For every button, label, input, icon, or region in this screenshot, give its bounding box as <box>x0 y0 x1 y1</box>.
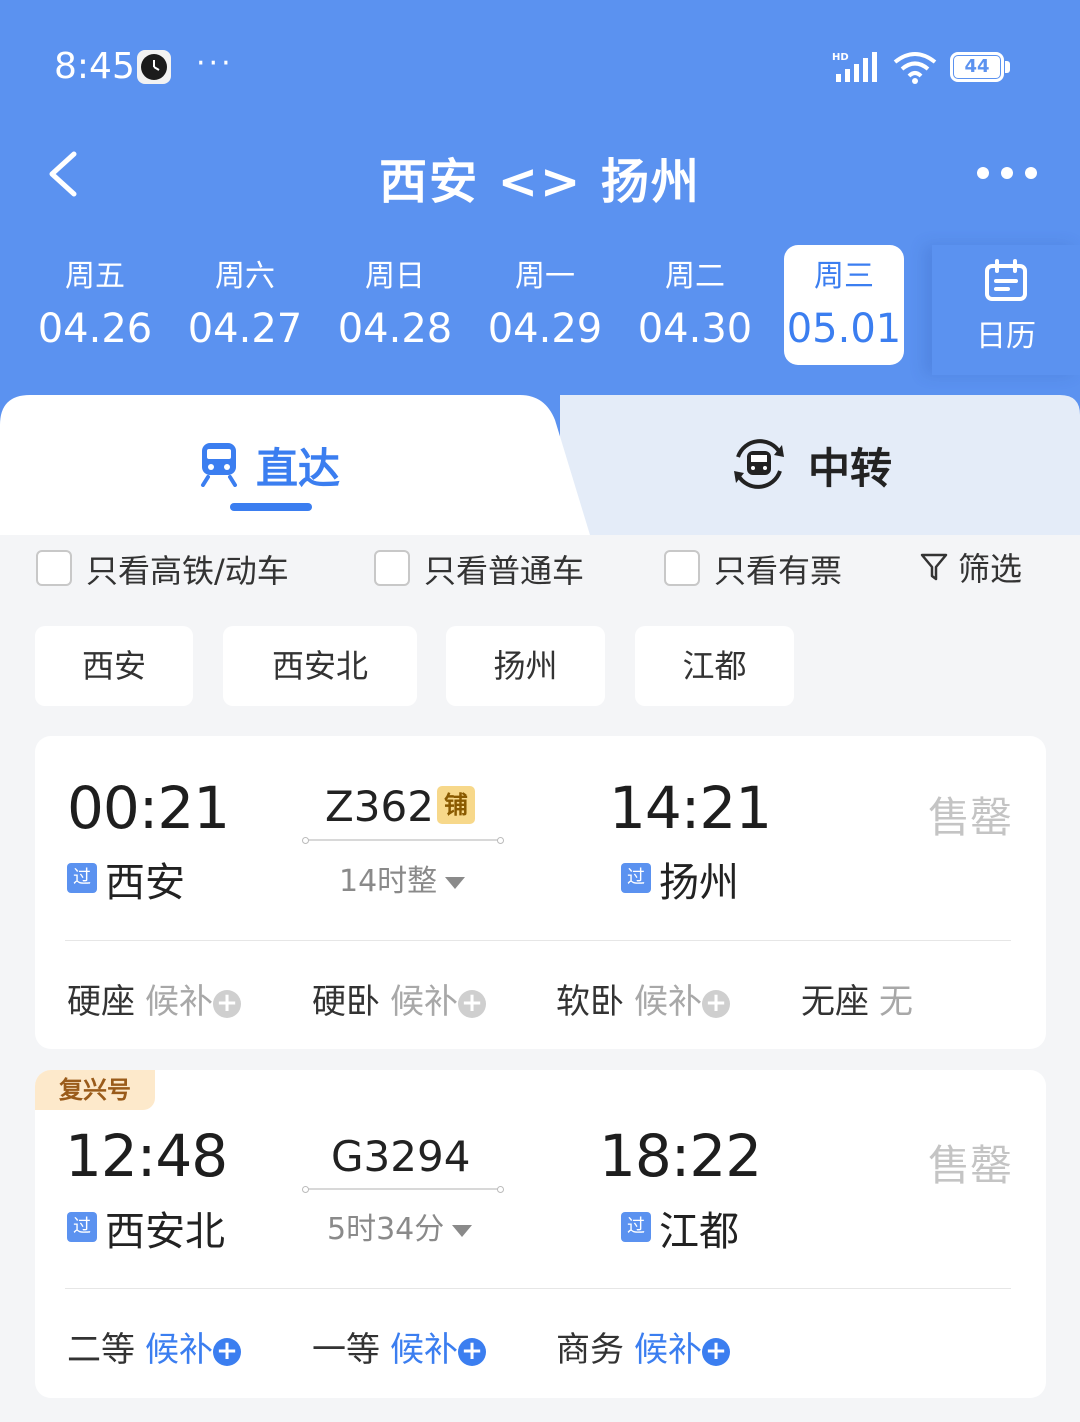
date-weekday: 周二 <box>665 259 725 294</box>
active-tab-indicator <box>230 503 312 511</box>
seat-second-class[interactable]: 二等 候补 + <box>67 1322 241 1371</box>
train-card-z362[interactable]: 00:21 过 西安 Z362 铺 14时整 14:21 过 扬州 售罄 硬座候… <box>35 736 1046 1049</box>
date-item-0430[interactable]: 周二 04.30 <box>620 245 770 365</box>
date-value: 04.26 <box>37 306 153 352</box>
train-number: G3294 <box>331 1132 471 1181</box>
date-strip: 周五 04.26 周六 04.27 周日 04.28 周一 04.29 周二 0… <box>20 245 1080 365</box>
duration-toggle[interactable]: 5时34分 <box>327 1204 473 1248</box>
departure-station: 西安北 <box>105 1209 225 1255</box>
berth-tag: 铺 <box>437 786 475 824</box>
battery-icon: 44 <box>950 52 1010 82</box>
checkbox-high-speed[interactable] <box>36 550 72 586</box>
seat-first-class[interactable]: 一等 候补 + <box>312 1322 486 1371</box>
checkbox-normal-train-label[interactable]: 只看普通车 <box>424 546 584 592</box>
status-soldout: 售罄 <box>928 793 1013 842</box>
date-item-0501-selected[interactable]: 周三 05.01 <box>784 245 904 365</box>
date-weekday: 周日 <box>365 259 425 294</box>
pass-through-tag: 过 <box>67 1212 97 1242</box>
filter-row: 只看高铁/动车 只看普通车 只看有票 筛选 <box>0 540 1080 600</box>
caret-down-icon <box>452 1224 473 1237</box>
more-notifications-icon: ··· <box>196 46 234 81</box>
status-time: 8:45 <box>54 46 135 87</box>
checkbox-high-speed-label[interactable]: 只看高铁/动车 <box>86 546 289 592</box>
date-weekday: 周六 <box>215 259 275 294</box>
plus-icon: + <box>458 1338 486 1366</box>
plus-icon: + <box>458 990 486 1018</box>
seat-hard-seat[interactable]: 硬座 候补 + <box>67 974 241 1023</box>
station-chip-xian[interactable]: 西安 <box>35 626 193 706</box>
train-number: Z362 <box>325 782 434 831</box>
station-chip-yangzhou[interactable]: 扬州 <box>446 626 605 706</box>
tab-transfer-label: 中转 <box>808 444 893 493</box>
card-divider <box>65 940 1011 941</box>
status-soldout: 售罄 <box>928 1141 1013 1190</box>
date-item-0426[interactable]: 周五 04.26 <box>20 245 170 365</box>
date-weekday: 周三 <box>814 259 874 294</box>
calendar-label: 日历 <box>976 319 1036 354</box>
date-value: 04.28 <box>337 306 453 352</box>
seat-no-seat: 无座无 <box>801 982 913 1022</box>
date-value: 05.01 <box>786 306 902 352</box>
route-line <box>302 837 504 844</box>
arrival-station: 江都 <box>659 1209 739 1255</box>
chevron-left-icon[interactable] <box>42 148 86 200</box>
departure-station: 西安 <box>105 860 185 906</box>
plus-icon: + <box>213 1338 241 1366</box>
train-icon <box>201 443 237 487</box>
svg-text:HD: HD <box>832 52 849 63</box>
tab-background <box>0 395 1080 535</box>
arrival-time: 18:22 <box>599 1122 762 1190</box>
date-weekday: 周一 <box>515 259 575 294</box>
hd-signal-icon: HD <box>832 52 877 82</box>
departure-time: 00:21 <box>67 774 230 842</box>
plus-icon: + <box>213 990 241 1018</box>
seat-soft-sleeper[interactable]: 软卧 候补 + <box>556 974 730 1023</box>
plus-icon: + <box>702 1338 730 1366</box>
filter-button-label: 筛选 <box>958 550 1023 588</box>
page-title: 西安 <> 扬州 <box>379 154 701 210</box>
calendar-icon <box>985 259 1027 301</box>
tab-direct-label: 直达 <box>256 444 341 493</box>
route-line <box>302 1186 504 1193</box>
checkbox-available[interactable] <box>664 550 700 586</box>
date-value: 04.29 <box>487 306 603 352</box>
pass-through-tag: 过 <box>67 863 97 893</box>
status-bar: 8:45 ··· HD 44 <box>0 0 1080 130</box>
arrival-station: 扬州 <box>659 860 739 906</box>
card-divider <box>65 1288 1011 1289</box>
fuxing-tag: 复兴号 <box>35 1070 155 1110</box>
clock-app-icon <box>137 50 171 84</box>
plus-icon: + <box>702 990 730 1018</box>
departure-time: 12:48 <box>65 1122 228 1190</box>
nav-bar: 西安 <> 扬州 <box>0 130 1080 220</box>
date-value: 04.27 <box>187 306 303 352</box>
caret-down-icon <box>445 876 466 889</box>
tab-bar: 直达 中转 <box>0 395 1080 535</box>
funnel-icon <box>920 553 948 581</box>
date-weekday: 周五 <box>65 259 125 294</box>
checkbox-available-label[interactable]: 只看有票 <box>714 546 842 592</box>
calendar-button[interactable]: 日历 <box>932 245 1080 375</box>
train-card-g3294[interactable]: 复兴号 12:48 过 西安北 G3294 5时34分 18:22 过 江都 售… <box>35 1070 1046 1398</box>
station-chip-xianbei[interactable]: 西安北 <box>223 626 417 706</box>
pass-through-tag: 过 <box>621 863 651 893</box>
date-item-0427[interactable]: 周六 04.27 <box>170 245 320 365</box>
wifi-icon <box>893 52 937 84</box>
more-horizontal-icon[interactable] <box>974 160 1040 186</box>
seat-business-class[interactable]: 商务 候补 + <box>556 1322 730 1371</box>
date-item-0428[interactable]: 周日 04.28 <box>320 245 470 365</box>
pass-through-tag: 过 <box>621 1212 651 1242</box>
date-item-0429[interactable]: 周一 04.29 <box>470 245 620 365</box>
station-chip-jiangdu[interactable]: 江都 <box>635 626 794 706</box>
transfer-train-icon <box>734 439 784 489</box>
date-value: 04.30 <box>637 306 753 352</box>
checkbox-normal-train[interactable] <box>374 550 410 586</box>
duration-toggle[interactable]: 14时整 <box>339 856 466 900</box>
arrival-time: 14:21 <box>609 774 772 842</box>
seat-hard-sleeper[interactable]: 硬卧 候补 + <box>312 974 486 1023</box>
